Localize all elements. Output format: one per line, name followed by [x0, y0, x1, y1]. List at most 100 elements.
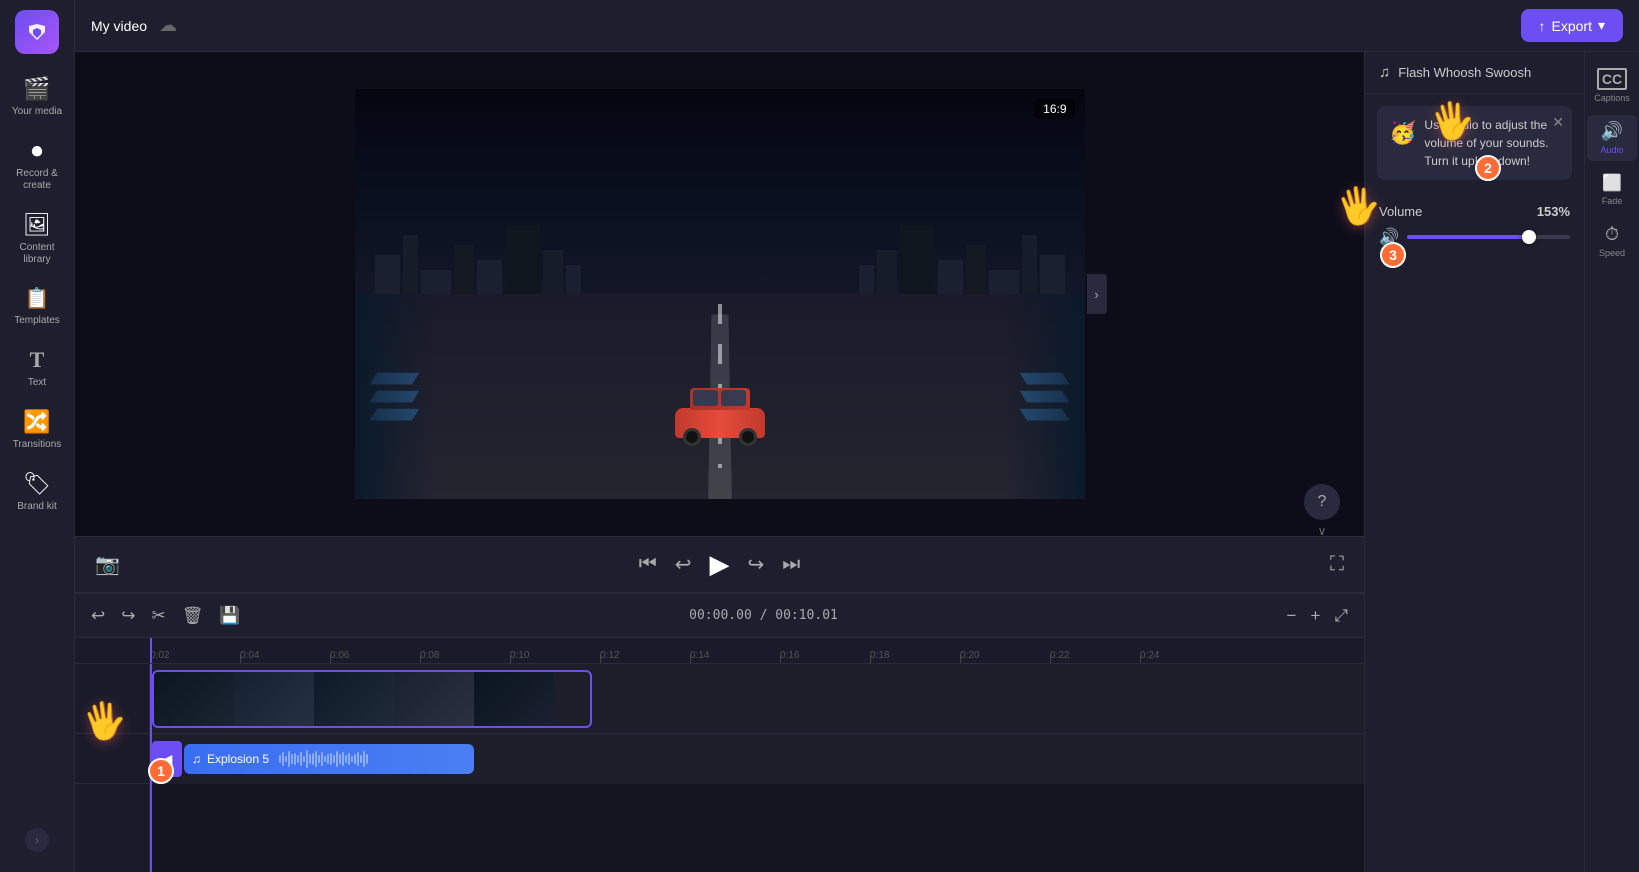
expand-timeline-button[interactable]: ⤢: [1330, 602, 1352, 630]
captions-label: Captions: [1594, 93, 1630, 103]
speed-panel-tab[interactable]: ⏱ Speed: [1587, 218, 1637, 264]
undo-button[interactable]: ↩: [87, 602, 109, 630]
panel-header: ♫ Flash Whoosh Swoosh: [1365, 52, 1584, 94]
audio-clip-name: Explosion 5: [207, 752, 269, 766]
track-labels: [75, 664, 150, 872]
sidebar-item-label-record: Record &create: [16, 168, 58, 192]
library-icon: 🖼: [23, 212, 51, 238]
zoom-in-button[interactable]: +: [1306, 602, 1324, 630]
ruler-mark: 0:24: [1140, 650, 1230, 663]
ruler-marks-container: 0:02 0:04 0:06 0:08 0:10 0:12 0:14 0:16 …: [75, 638, 1364, 663]
zoom-out-button[interactable]: −: [1283, 602, 1301, 630]
tracks-content: ◀ ♫ Explosion 5: [150, 664, 1364, 872]
cut-button[interactable]: ✂: [148, 602, 170, 630]
timeline-ruler: 0:02 0:04 0:06 0:08 0:10 0:12 0:14 0:16 …: [75, 638, 1364, 664]
save-status-icon: ☁: [159, 15, 177, 36]
ruler-mark: 0:22: [1050, 650, 1140, 663]
audio-selector-button[interactable]: ◀: [152, 741, 182, 777]
ruler-mark: 0:18: [870, 650, 960, 663]
templates-icon: 📋: [25, 286, 50, 311]
preview-expand-arrow[interactable]: ›: [1087, 274, 1107, 314]
ruler-mark: 0:10: [510, 650, 600, 663]
clip-thumbnail: [234, 672, 314, 726]
volume-label: Volume: [1379, 204, 1422, 219]
audio-panel-label: Audio: [1600, 145, 1623, 155]
sidebar-item-templates[interactable]: 📋 Templates: [3, 278, 71, 335]
rewind-button[interactable]: ↩: [675, 552, 692, 577]
sidebar-item-record-create[interactable]: ⏺ Record &create: [3, 130, 71, 200]
sidebar-item-label-transitions: Transitions: [13, 439, 62, 451]
right-panel: ♫ Flash Whoosh Swoosh 🥳 Use audio to adj…: [1364, 52, 1584, 872]
export-chevron-icon: ▾: [1598, 17, 1605, 34]
volume-value: 153%: [1537, 204, 1570, 219]
audio-track-label: [75, 734, 149, 784]
sidebar-collapse-btn[interactable]: ›: [25, 828, 49, 852]
skip-to-start-button[interactable]: ⏮: [639, 553, 657, 576]
sidebar-item-label-your-media: Your media: [12, 106, 62, 118]
video-clip[interactable]: [152, 670, 592, 728]
export-button[interactable]: ↑ Export ▾: [1521, 9, 1624, 42]
waveform: [275, 750, 466, 768]
audio-selector-icon: ◀: [162, 751, 173, 768]
redo-button[interactable]: ↪: [117, 602, 139, 630]
video-track: [150, 664, 1364, 734]
clip-thumbnail: [394, 672, 474, 726]
fast-forward-button[interactable]: ↪: [748, 552, 765, 577]
sidebar-item-content-library[interactable]: 🖼 Contentlibrary: [3, 204, 71, 274]
clip-thumbnail: [154, 672, 234, 726]
sidebar-item-label-text: Text: [28, 377, 46, 389]
sidebar-item-your-media[interactable]: 🎬 Your media: [3, 68, 71, 126]
timeline-time-display: 00:00.00 / 00:10.01: [253, 608, 1275, 623]
audio-clip[interactable]: ♫ Explosion 5: [184, 744, 474, 774]
sidebar-item-label-library: Contentlibrary: [19, 242, 54, 266]
tracks-container: ◀ ♫ Explosion 5: [75, 664, 1364, 872]
volume-thumb[interactable]: [1522, 230, 1536, 244]
skip-end-icon: ⏭: [782, 553, 800, 575]
music-icon: ♫: [1379, 64, 1390, 81]
play-icon: ▶: [710, 549, 730, 579]
ruler-mark: 0:02: [150, 650, 240, 663]
save-to-media-button[interactable]: 💾: [215, 602, 244, 630]
volume-slider[interactable]: [1407, 235, 1570, 239]
timeline-toolbar: ↩ ↪ ✂ 🗑 💾 00:00.00 / 00:10.01 − + ⤢: [75, 594, 1364, 638]
tooltip-close-button[interactable]: ✕: [1552, 112, 1564, 133]
fullscreen-button[interactable]: ⛶: [1330, 553, 1344, 576]
volume-control-row: 🔊: [1379, 227, 1570, 247]
sidebar-item-transitions[interactable]: 🔀 Transitions: [3, 401, 71, 459]
audio-panel-tab[interactable]: 🔊 Audio: [1587, 115, 1637, 161]
skip-to-end-button[interactable]: ⏭: [782, 553, 800, 576]
delete-button[interactable]: 🗑: [178, 602, 208, 630]
video-track-label: [75, 664, 149, 734]
playhead[interactable]: [150, 638, 152, 663]
video-preview-container: 16:9 ›: [75, 52, 1364, 536]
volume-icon: 🔊: [1379, 227, 1399, 247]
ruler-mark: 0:14: [690, 650, 780, 663]
ruler-mark: 0:04: [240, 650, 330, 663]
volume-section: Volume 153% 🔊: [1365, 192, 1584, 259]
media-icon: 🎬: [23, 76, 50, 102]
audio-track-name: Flash Whoosh Swoosh: [1398, 65, 1531, 80]
sidebar-item-text[interactable]: T Text: [3, 339, 71, 397]
speed-label: Speed: [1599, 248, 1625, 258]
camera-icon: 📷: [95, 554, 120, 576]
ruler-mark: 0:12: [600, 650, 690, 663]
speed-icon: ⏱: [1605, 224, 1619, 245]
help-button[interactable]: ?: [1304, 484, 1340, 520]
app-logo[interactable]: [15, 10, 59, 54]
timeline: ↩ ↪ ✂ 🗑 💾 00:00.00 / 00:10.01 − + ⤢: [75, 592, 1364, 872]
timeline-playhead[interactable]: [150, 664, 152, 872]
ruler-mark: 0:20: [960, 650, 1050, 663]
fullscreen-icon: ⛶: [1330, 553, 1344, 575]
project-title[interactable]: My video: [91, 18, 147, 34]
ruler-mark: 0:16: [780, 650, 870, 663]
captions-panel-tab[interactable]: CC Captions: [1587, 62, 1637, 109]
play-button[interactable]: ▶: [710, 549, 730, 580]
aspect-ratio-badge: 16:9: [1035, 99, 1074, 119]
ruler-mark: 0:06: [330, 650, 420, 663]
tooltip-text: Use audio to adjust the volume of your s…: [1424, 116, 1560, 170]
content-area: 16:9 › ? ∨: [75, 52, 1639, 872]
fade-panel-tab[interactable]: ⬜ Fade: [1587, 167, 1637, 212]
sidebar-item-brand-kit[interactable]: 🏷 Brand kit: [3, 463, 71, 521]
transitions-icon: 🔀: [23, 409, 50, 435]
screenshot-button[interactable]: 📷: [95, 552, 120, 577]
